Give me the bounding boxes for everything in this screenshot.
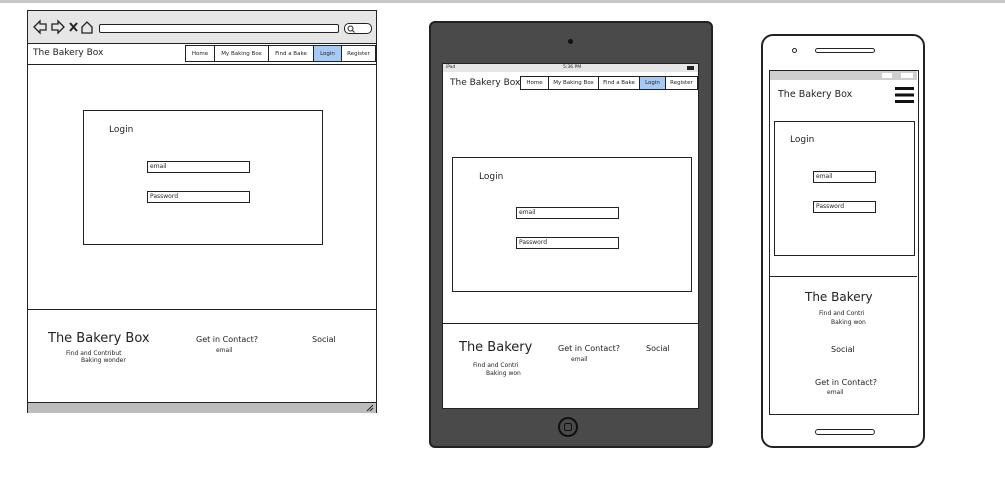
tablet-status-bar: iPad 5:36 PM: [443, 64, 698, 72]
tablet-nav-login[interactable]: Login: [639, 76, 666, 90]
battery-icon: [687, 66, 694, 70]
tablet-footer-tagline-2: Baking won: [486, 370, 521, 377]
phone-footer-contact-title: Get in Contact?: [815, 378, 878, 387]
phone-login-panel: Login email Password: [774, 121, 915, 256]
tablet-status-left: iPad: [446, 65, 456, 70]
phone-battery-icon: [901, 73, 913, 78]
footer-tagline-2: Baking wonder: [81, 357, 126, 364]
tablet-site-footer: The Bakery Find and Contri Baking won Ge…: [443, 323, 698, 409]
address-bar[interactable]: [99, 24, 339, 33]
tablet-email-field[interactable]: email: [516, 207, 619, 219]
nav-home[interactable]: Home: [185, 45, 215, 62]
email-field[interactable]: email: [147, 161, 250, 173]
nav-my-baking-box[interactable]: My Baking Box: [214, 45, 269, 62]
tablet-brand-logo[interactable]: The Bakery Box: [450, 78, 520, 88]
tablet-mockup: iPad 5:36 PM The Bakery Box Home My Baki…: [429, 21, 713, 448]
tablet-footer-contact-email[interactable]: email: [571, 356, 588, 363]
phone-mockup: The Bakery Box Login email Password The …: [761, 34, 925, 448]
resize-grip-icon[interactable]: [366, 404, 374, 412]
phone-site-footer: The Bakery Find and Contri Baking won So…: [770, 276, 917, 415]
home-square-icon: [564, 423, 572, 431]
home-icon: [81, 21, 93, 34]
phone-signal-icon: [882, 73, 892, 78]
tablet-footer-brand: The Bakery: [459, 340, 533, 355]
back-arrow-icon: [33, 19, 47, 35]
browser-status-bar: [28, 402, 376, 413]
tablet-screen: iPad 5:36 PM The Bakery Box Home My Baki…: [442, 63, 699, 409]
close-icon: [69, 22, 78, 32]
tablet-nav-find-a-bake[interactable]: Find a Bake: [598, 76, 640, 90]
phone-footer-tagline-2: Baking won: [831, 319, 866, 326]
phone-footer-brand: The Bakery: [805, 290, 873, 304]
phone-camera-icon: [792, 48, 797, 53]
tablet-login-title: Login: [479, 172, 504, 182]
search-box[interactable]: [344, 23, 372, 34]
password-field[interactable]: Password: [147, 191, 250, 203]
phone-brand-logo[interactable]: The Bakery Box: [778, 89, 852, 100]
tablet-site-header: The Bakery Box Home My Baking Box Find a…: [443, 74, 698, 92]
forward-arrow-icon: [51, 19, 65, 35]
tablet-footer-contact-title: Get in Contact?: [558, 344, 621, 353]
tablet-footer-social-title: Social: [646, 344, 670, 353]
tablet-nav-my-baking-box[interactable]: My Baking Box: [548, 76, 599, 90]
nav-find-a-bake[interactable]: Find a Bake: [268, 45, 314, 62]
phone-home-bar[interactable]: [815, 429, 875, 435]
footer-brand: The Bakery Box: [48, 331, 150, 346]
search-icon: [347, 25, 355, 33]
footer-contact-title: Get in Contact?: [196, 335, 259, 344]
top-divider: [0, 0, 1005, 3]
desktop-browser-mockup: The Bakery Box Home My Baking Box Find a…: [27, 10, 377, 413]
footer-contact-email[interactable]: email: [216, 347, 233, 354]
site-footer: The Bakery Box Find and Contribut Baking…: [28, 309, 376, 404]
phone-speaker: [815, 48, 875, 53]
phone-login-title: Login: [790, 135, 815, 145]
phone-footer-tagline-1: Find and Contri: [819, 310, 865, 317]
tablet-nav-home[interactable]: Home: [520, 76, 549, 90]
login-panel: Login email Password: [83, 110, 323, 245]
phone-footer-social-title: Social: [831, 345, 855, 354]
tablet-login-panel: Login email Password: [452, 157, 692, 292]
tablet-home-button[interactable]: [558, 417, 578, 437]
tablet-status-time: 5:36 PM: [563, 65, 582, 70]
phone-screen: The Bakery Box Login email Password The …: [769, 70, 919, 415]
tablet-nav-register[interactable]: Register: [665, 76, 698, 90]
hamburger-menu-icon[interactable]: [895, 86, 915, 104]
footer-tagline-1: Find and Contribut: [66, 350, 122, 357]
login-title: Login: [109, 125, 134, 135]
phone-password-field[interactable]: Password: [813, 201, 876, 213]
phone-status-bar: [770, 71, 917, 80]
nav-register[interactable]: Register: [341, 45, 376, 62]
browser-nav-icons: [33, 19, 93, 35]
browser-toolbar: [28, 11, 376, 44]
site-header: The Bakery Box Home My Baking Box Find a…: [28, 44, 376, 65]
tablet-footer-tagline-1: Find and Contri: [473, 362, 519, 369]
tablet-password-field[interactable]: Password: [516, 237, 619, 249]
footer-social-title: Social: [312, 335, 336, 344]
tablet-camera-icon: [568, 39, 573, 44]
brand-logo[interactable]: The Bakery Box: [33, 48, 103, 58]
nav-login[interactable]: Login: [313, 45, 342, 62]
phone-email-field[interactable]: email: [813, 171, 876, 183]
phone-footer-contact-email[interactable]: email: [827, 389, 844, 396]
